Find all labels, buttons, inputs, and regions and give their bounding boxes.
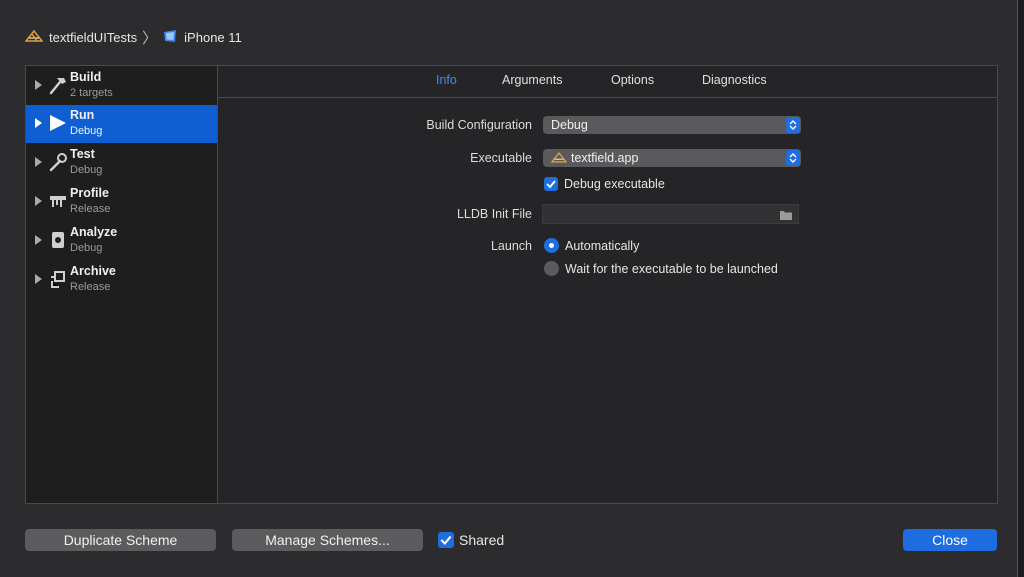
shared-label[interactable]: Shared (459, 532, 504, 548)
sidebar-item-sublabel: Release (70, 203, 111, 215)
app-target-icon (550, 151, 568, 169)
sidebar-item-label: Profile (70, 186, 109, 200)
popup-stepper-icon (786, 117, 800, 133)
sidebar-item-archive[interactable]: Archive Release (26, 261, 217, 299)
breadcrumb-device[interactable]: iPhone 11 (184, 30, 242, 45)
launch-automatically-label[interactable]: Automatically (565, 239, 639, 253)
archive-icon (47, 268, 69, 290)
build-configuration-value: Debug (551, 118, 588, 132)
analyze-icon (47, 229, 69, 251)
scheme-action-sidebar: Build 2 targets Run Debug Test Debug Pro… (25, 65, 217, 504)
iphone-icon (162, 29, 178, 46)
background-window-edge (1018, 0, 1024, 577)
sidebar-item-test[interactable]: Test Debug (26, 144, 217, 182)
hammer-icon (47, 74, 69, 96)
executable-popup[interactable]: textfield.app (543, 149, 801, 167)
launch-wait-label[interactable]: Wait for the executable to be launched (565, 262, 778, 276)
folder-icon[interactable] (779, 208, 793, 226)
manage-schemes-button[interactable]: Manage Schemes... (232, 529, 423, 551)
sidebar-item-label: Build (70, 70, 102, 84)
sidebar-item-analyze[interactable]: Analyze Debug (26, 222, 217, 260)
lldb-init-file-field[interactable] (542, 204, 799, 224)
duplicate-scheme-button[interactable]: Duplicate Scheme (25, 529, 216, 551)
disclosure-triangle-icon[interactable] (35, 118, 42, 128)
build-configuration-label: Build Configuration (426, 118, 532, 132)
breadcrumb-target[interactable]: textfieldUITests (49, 30, 137, 45)
close-button[interactable]: Close (903, 529, 997, 551)
debug-executable-checkbox[interactable] (544, 177, 558, 191)
build-configuration-popup[interactable]: Debug (543, 116, 801, 134)
lldb-init-file-label: LLDB Init File (456, 207, 532, 221)
sidebar-item-sublabel: Debug (70, 242, 103, 254)
disclosure-triangle-icon[interactable] (35, 80, 42, 90)
tab-options[interactable]: Options (611, 73, 654, 87)
sidebar-item-sublabel: Release (70, 281, 111, 293)
shared-checkbox[interactable] (438, 532, 454, 548)
sidebar-item-build[interactable]: Build 2 targets (26, 67, 217, 105)
scheme-detail-panel: Info Arguments Options Diagnostics Build… (217, 65, 998, 504)
disclosure-triangle-icon[interactable] (35, 235, 42, 245)
instruments-icon (47, 190, 69, 212)
breadcrumb-separator: 〉 (142, 29, 158, 47)
executable-value: textfield.app (571, 151, 639, 165)
launch-wait-radio[interactable] (544, 261, 559, 276)
executable-label: Executable (470, 151, 532, 165)
scheme-editor-dialog: textfieldUITests 〉 iPhone 11 Build 2 tar… (0, 0, 1018, 577)
sidebar-item-label: Run (70, 108, 95, 122)
disclosure-triangle-icon[interactable] (35, 157, 42, 167)
sidebar-item-label: Archive (70, 264, 116, 278)
sidebar-item-sublabel: Debug (70, 164, 103, 176)
tab-info[interactable]: Info (436, 73, 457, 87)
disclosure-triangle-icon[interactable] (35, 196, 42, 206)
disclosure-triangle-icon[interactable] (35, 274, 42, 284)
breadcrumb: textfieldUITests 〉 iPhone 11 (24, 27, 242, 47)
tab-diagnostics[interactable]: Diagnostics (702, 73, 767, 87)
checkmark-icon (440, 535, 452, 546)
sidebar-item-label: Test (70, 147, 95, 161)
sidebar-item-profile[interactable]: Profile Release (26, 183, 217, 221)
tab-bar: Info Arguments Options Diagnostics (218, 66, 997, 98)
sidebar-item-label: Analyze (70, 225, 118, 239)
sidebar-item-run[interactable]: Run Debug (26, 105, 217, 143)
play-icon (47, 112, 69, 134)
checkmark-icon (546, 180, 556, 189)
debug-executable-label[interactable]: Debug executable (564, 177, 665, 191)
launch-automatically-radio[interactable] (544, 238, 559, 253)
popup-stepper-icon (786, 150, 800, 166)
tab-arguments[interactable]: Arguments (502, 73, 562, 87)
launch-label: Launch (490, 239, 532, 253)
sidebar-item-sublabel: Debug (70, 125, 103, 137)
wrench-icon (47, 151, 69, 173)
app-target-icon (24, 29, 44, 46)
sidebar-item-sublabel: 2 targets (70, 87, 113, 99)
